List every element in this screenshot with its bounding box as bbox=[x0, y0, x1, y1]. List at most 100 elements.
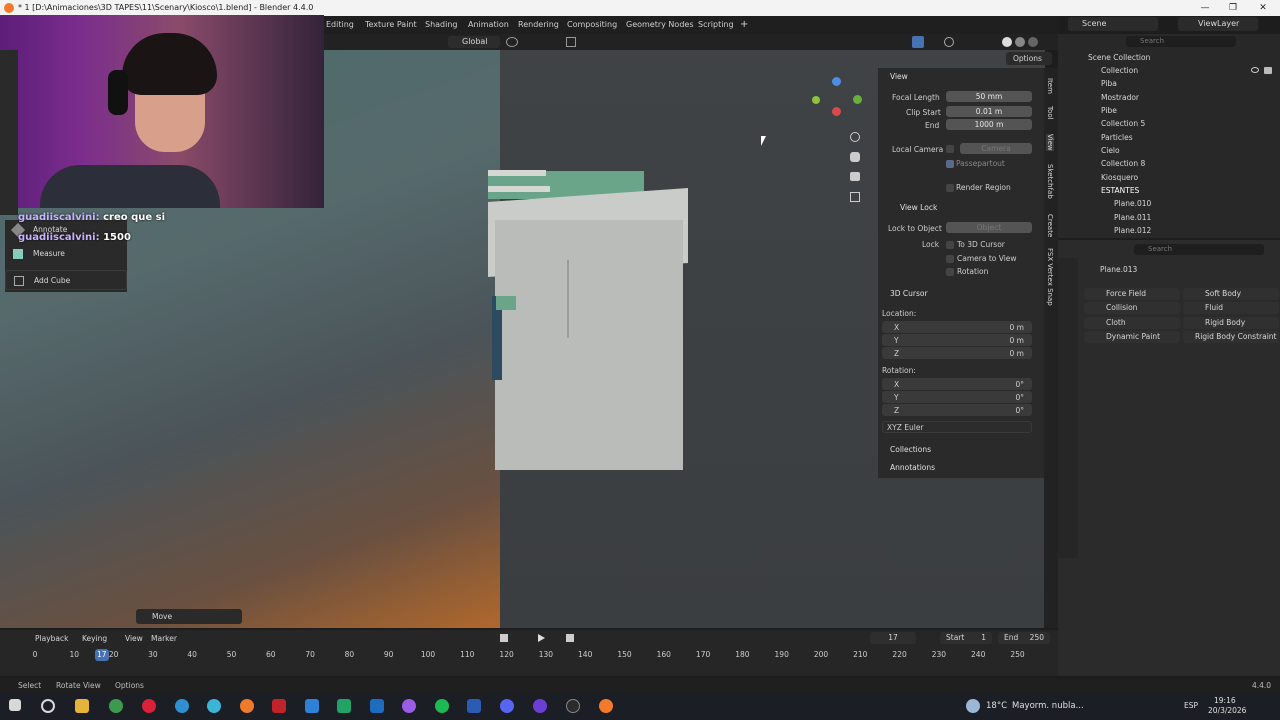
tab-fsx-vertex-snap[interactable]: FSX Vertex Snap bbox=[1046, 248, 1054, 306]
axis-z-icon[interactable] bbox=[832, 77, 841, 86]
tab-scripting[interactable]: Scripting bbox=[698, 16, 734, 34]
shading-solid-icon[interactable] bbox=[1002, 37, 1012, 47]
outliner-item[interactable]: ESTANTES bbox=[1058, 184, 1280, 197]
blender-icon[interactable] bbox=[599, 699, 613, 713]
snap-icon[interactable] bbox=[506, 37, 518, 47]
shading-rendered-icon[interactable] bbox=[1028, 37, 1038, 47]
passepartout-checkbox[interactable] bbox=[946, 160, 954, 168]
obs-icon[interactable] bbox=[566, 699, 580, 713]
cursor-rotation-x[interactable]: X 0° bbox=[882, 378, 1032, 390]
overlay-toggle-icon[interactable] bbox=[944, 37, 954, 47]
tab-animation[interactable]: Animation bbox=[468, 16, 509, 34]
add-workspace-button[interactable]: + bbox=[740, 16, 748, 34]
gizmo-toggle-icon[interactable] bbox=[912, 36, 924, 48]
rigid-body-button[interactable]: Rigid Body bbox=[1183, 317, 1279, 329]
camera-view-icon[interactable] bbox=[850, 172, 860, 181]
tab-rendering[interactable]: Rendering bbox=[518, 16, 559, 34]
shading-material-icon[interactable] bbox=[1015, 37, 1025, 47]
maximize-button[interactable]: ❐ bbox=[1220, 0, 1246, 16]
app-icon[interactable] bbox=[207, 699, 221, 713]
clock-time[interactable]: 19:16 bbox=[1214, 696, 1236, 705]
view-section-header[interactable]: View bbox=[890, 72, 908, 81]
operator-panel-move[interactable]: Move bbox=[136, 609, 242, 624]
outliner-item[interactable]: Pibe bbox=[1058, 104, 1280, 117]
camera-field[interactable]: Camera bbox=[960, 143, 1032, 154]
outliner-item[interactable]: Mostrador bbox=[1058, 91, 1280, 104]
outliner-item[interactable]: Collection bbox=[1058, 64, 1280, 77]
outliner-item[interactable]: Scene Collection bbox=[1058, 51, 1280, 64]
tab-tool[interactable]: Tool bbox=[1046, 106, 1054, 120]
tab-texture-paint[interactable]: Texture Paint bbox=[365, 16, 417, 34]
cloth-button[interactable]: Cloth bbox=[1084, 317, 1180, 329]
pycharm-icon[interactable] bbox=[337, 699, 351, 713]
lock-rotation-checkbox[interactable] bbox=[946, 268, 954, 276]
close-button[interactable]: ✕ bbox=[1250, 0, 1276, 16]
lock-object-field[interactable]: Object bbox=[946, 222, 1032, 233]
jump-start-icon[interactable] bbox=[500, 634, 508, 642]
force-field-button[interactable]: Force Field bbox=[1084, 288, 1180, 300]
discord-icon[interactable] bbox=[500, 699, 514, 713]
view-menu[interactable]: View bbox=[125, 634, 143, 643]
outliner-item[interactable]: Piba bbox=[1058, 77, 1280, 90]
perspective-toggle-icon[interactable] bbox=[850, 192, 860, 202]
jump-end-icon[interactable] bbox=[566, 634, 574, 642]
camera-render-icon[interactable] bbox=[1264, 67, 1272, 74]
proportional-edit-icon[interactable] bbox=[566, 37, 576, 47]
firefox-icon[interactable] bbox=[240, 699, 254, 713]
chrome-icon[interactable] bbox=[109, 699, 123, 713]
cursor-location-y[interactable]: Y 0 m bbox=[882, 334, 1032, 346]
tab-item[interactable]: Item bbox=[1046, 78, 1054, 94]
outliner-item[interactable]: Plane.010 bbox=[1058, 197, 1280, 210]
3d-cursor-header[interactable]: 3D Cursor bbox=[890, 289, 928, 298]
tool-add-cube[interactable]: Add Cube bbox=[5, 270, 127, 290]
outliner-item[interactable]: Cielo bbox=[1058, 144, 1280, 157]
outliner-item[interactable]: Collection 8 bbox=[1058, 157, 1280, 170]
word-icon[interactable] bbox=[467, 699, 481, 713]
scene-selector[interactable]: Scene bbox=[1068, 17, 1158, 31]
playhead[interactable]: 17 bbox=[94, 649, 109, 661]
tab-geometry-nodes[interactable]: Geometry Nodes bbox=[626, 16, 693, 34]
edge-icon[interactable] bbox=[175, 699, 189, 713]
tab-shading[interactable]: Shading bbox=[425, 16, 458, 34]
weather-text[interactable]: Mayorm. nubla... bbox=[1012, 701, 1084, 711]
app-icon[interactable] bbox=[402, 699, 416, 713]
outliner-item[interactable]: Plane.012 bbox=[1058, 224, 1280, 237]
cursor-location-z[interactable]: Z 0 m bbox=[882, 347, 1032, 359]
minimize-button[interactable]: — bbox=[1192, 0, 1218, 16]
render-region-checkbox[interactable] bbox=[946, 184, 954, 192]
eye-icon[interactable] bbox=[1251, 67, 1259, 73]
axis-x-icon[interactable] bbox=[832, 107, 841, 116]
local-camera-checkbox[interactable] bbox=[946, 145, 954, 153]
outliner-item[interactable]: Collection 5 bbox=[1058, 117, 1280, 130]
frame-ruler[interactable]: 0 10 20 30 40 50 60 70 80 90 100 110 120 130 140 150 160… bbox=[0, 650, 1058, 662]
start-icon[interactable] bbox=[9, 699, 21, 711]
tab-view[interactable]: View bbox=[1046, 134, 1054, 151]
search-icon[interactable] bbox=[41, 699, 55, 713]
cursor-location-x[interactable]: X 0 m bbox=[882, 321, 1032, 333]
marker-menu[interactable]: Marker bbox=[151, 634, 177, 643]
clip-end-field[interactable]: 1000 m bbox=[946, 119, 1032, 130]
media-player-icon[interactable] bbox=[533, 699, 547, 713]
rotation-mode-dropdown[interactable]: XYZ Euler bbox=[882, 421, 1032, 433]
end-frame-field[interactable]: End 250 bbox=[998, 632, 1050, 644]
view-layer-selector[interactable]: ViewLayer bbox=[1178, 17, 1258, 31]
playback-menu[interactable]: Playback bbox=[35, 634, 68, 643]
outliner-item[interactable]: Plane.011 bbox=[1058, 211, 1280, 224]
keying-menu[interactable]: Keying bbox=[82, 634, 107, 643]
start-frame-field[interactable]: Start 1 bbox=[940, 632, 992, 644]
rigid-body-constraint-button[interactable]: Rigid Body Constraint bbox=[1183, 331, 1279, 343]
clock-date[interactable]: 20/3/2026 bbox=[1208, 706, 1246, 715]
dynamic-paint-button[interactable]: Dynamic Paint bbox=[1084, 331, 1180, 343]
cursor-rotation-y[interactable]: Y 0° bbox=[882, 391, 1032, 403]
spotify-icon[interactable] bbox=[435, 699, 449, 713]
tab-create[interactable]: Create bbox=[1046, 214, 1054, 237]
annotations-header[interactable]: Annotations bbox=[890, 463, 935, 472]
file-explorer-icon[interactable] bbox=[75, 699, 89, 713]
vscode-icon[interactable] bbox=[370, 699, 384, 713]
zoom-icon[interactable] bbox=[850, 132, 860, 142]
transform-orientation-dropdown[interactable]: Global bbox=[448, 36, 500, 48]
tab-compositing[interactable]: Compositing bbox=[567, 16, 617, 34]
outliner-item[interactable]: Particles bbox=[1058, 131, 1280, 144]
focal-length-field[interactable]: 50 mm bbox=[946, 91, 1032, 102]
tab-sketchfab[interactable]: Sketchfab bbox=[1046, 164, 1054, 199]
